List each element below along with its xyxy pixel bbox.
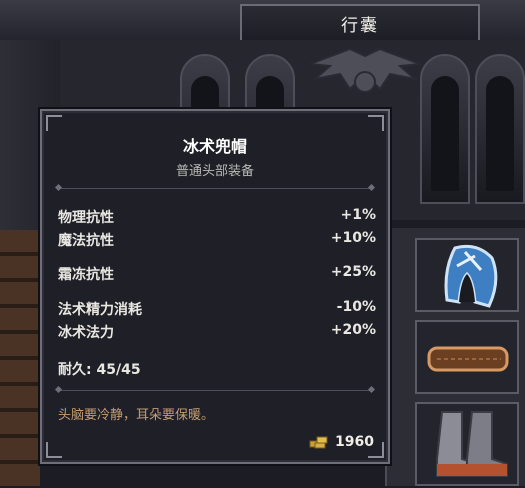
- item-name: 冰术兜帽: [182, 137, 247, 156]
- durability-label: 耐久:: [58, 362, 92, 378]
- stat-row: 魔法抗性 +10%: [58, 230, 376, 250]
- item-tooltip: 冰术兜帽 普通头部装备 物理抗性 +1% 魔法抗性 +10% 霜冻抗性 +25%…: [40, 109, 390, 464]
- stat-label: 物理抗性: [58, 210, 114, 226]
- stat-label: 霜冻抗性: [58, 267, 114, 283]
- divider: [58, 188, 372, 189]
- item-type: 普通头部装备: [175, 164, 254, 179]
- stat-value: -10%: [336, 299, 376, 315]
- stat-row: 霜冻抗性 +25%: [58, 264, 376, 284]
- stat-value: +1%: [340, 207, 377, 223]
- inventory-slot[interactable]: [415, 320, 519, 394]
- wooden-shelf: [0, 230, 40, 486]
- stat-label: 法术精力消耗: [58, 302, 142, 318]
- stat-label: 冰术法力: [58, 325, 114, 341]
- price: 1960: [309, 432, 374, 452]
- ice-hood-icon: [444, 244, 498, 308]
- durability-value: 45/45: [96, 362, 141, 378]
- stat-row: 冰术法力 +20%: [58, 322, 376, 342]
- flavor-text: 头脑要冷静，耳朵要保暖。: [58, 408, 215, 423]
- leather-belt-icon: [427, 346, 509, 372]
- corner-ornament: [46, 115, 62, 131]
- corner-ornament: [46, 442, 62, 458]
- durability: 耐久: 45/45: [58, 359, 141, 379]
- stat-value: +20%: [330, 322, 376, 338]
- gold-coins-icon: [309, 436, 328, 449]
- inventory-panel: [385, 228, 525, 486]
- price-value: 1960: [335, 434, 374, 450]
- inventory-slot[interactable]: [415, 402, 519, 486]
- stat-row: 法术精力消耗 -10%: [58, 299, 376, 319]
- stat-label: 魔法抗性: [58, 233, 114, 249]
- stat-value: +25%: [330, 264, 376, 280]
- boots-icon: [436, 411, 508, 477]
- inventory-slot[interactable]: [415, 238, 519, 312]
- inventory-title: 行囊: [240, 4, 480, 40]
- divider: [58, 390, 372, 391]
- corner-ornament: [368, 115, 384, 131]
- stat-row: 物理抗性 +1%: [58, 207, 376, 227]
- stat-value: +10%: [330, 230, 376, 246]
- window-arch: [475, 54, 525, 204]
- gargoyle-bat-icon: [309, 47, 421, 93]
